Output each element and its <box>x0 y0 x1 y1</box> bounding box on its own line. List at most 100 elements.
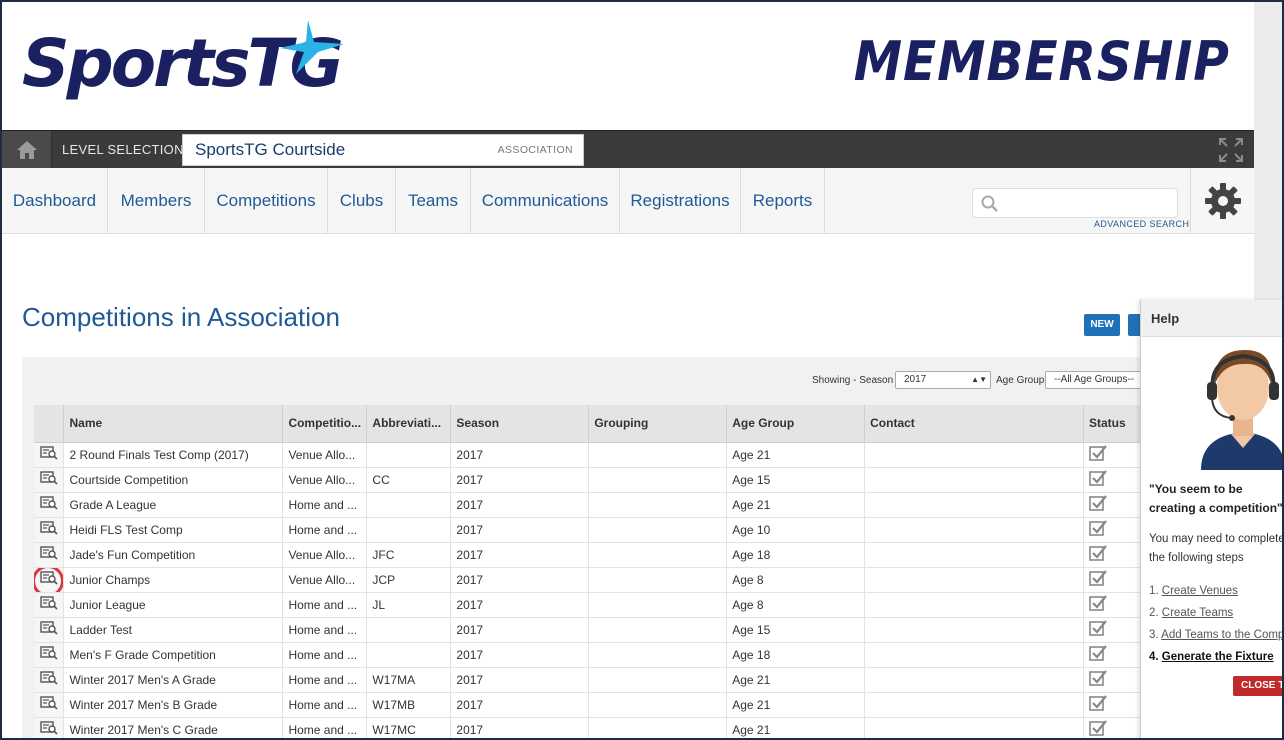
table-row[interactable]: Winter 2017 Men's B Grade Home and ... W17… <box>34 692 1143 718</box>
expand-icon[interactable] <box>1218 137 1244 163</box>
generate-fixture-link[interactable]: Generate the Fixture <box>1162 651 1274 663</box>
table-row[interactable]: Jade's Fun Competition Venue Allo... JFC 20… <box>34 542 1143 568</box>
cell-name[interactable]: 2 Round Finals Test Comp (2017) <box>63 442 284 468</box>
table-row[interactable]: Winter 2017 Men's A Grade Home and ... W17… <box>34 667 1143 693</box>
view-cell[interactable] <box>34 492 65 518</box>
status-check-icon <box>1089 720 1107 738</box>
view-cell[interactable] <box>34 517 65 543</box>
view-details-icon[interactable] <box>40 596 58 613</box>
cell-season: 2017 <box>450 442 590 468</box>
age-group-select[interactable]: --All Age Groups-- <box>1045 371 1145 389</box>
create-venues-link[interactable]: Create Venues <box>1162 585 1238 597</box>
level-selector[interactable]: SportsTG Courtside ASSOCIATION <box>182 134 584 166</box>
status-cell <box>1083 442 1143 468</box>
close-help-button[interactable]: CLOSE THIS <box>1233 676 1282 696</box>
view-cell[interactable] <box>34 717 65 738</box>
status-check-icon <box>1089 495 1107 515</box>
advanced-search-link[interactable]: ADVANCED SEARCH <box>1094 219 1189 229</box>
view-details-icon[interactable] <box>40 696 58 713</box>
cell-contact <box>864 642 1084 668</box>
col-abbreviation[interactable]: Abbreviati... <box>366 405 452 443</box>
cell-name[interactable]: Grade A League <box>63 492 284 518</box>
search-input[interactable] <box>972 188 1178 218</box>
cell-name[interactable]: Heidi FLS Test Comp <box>63 517 284 543</box>
step-number: 1. <box>1149 585 1159 597</box>
view-cell[interactable] <box>34 542 65 568</box>
level-selection-label: LEVEL SELECTION <box>62 142 184 157</box>
create-teams-link[interactable]: Create Teams <box>1162 607 1233 619</box>
table-row[interactable]: Junior Champs Venue Allo... JCP 2017 Age 8 <box>34 567 1143 593</box>
view-cell[interactable] <box>34 667 65 693</box>
cell-type: Venue Allo... <box>282 442 368 468</box>
col-name[interactable]: Name <box>63 405 284 443</box>
nav-registrations[interactable]: Registrations <box>620 168 741 234</box>
nav-members[interactable]: Members <box>108 168 205 234</box>
nav-dashboard[interactable]: Dashboard <box>2 168 108 234</box>
table-row[interactable]: Winter 2017 Men's C Grade Home and ... W17… <box>34 717 1143 738</box>
view-cell[interactable] <box>34 642 65 668</box>
nav-clubs[interactable]: Clubs <box>328 168 396 234</box>
cell-season: 2017 <box>450 692 590 718</box>
cell-name[interactable]: Winter 2017 Men's C Grade <box>63 717 284 738</box>
help-step: 4. Generate the Fixture <box>1149 646 1282 668</box>
table-row[interactable]: Junior League Home and ... JL 2017 Age 8 <box>34 592 1143 618</box>
cell-name[interactable]: Winter 2017 Men's A Grade <box>63 667 284 693</box>
cell-contact <box>864 467 1084 493</box>
cell-type: Venue Allo... <box>282 567 368 593</box>
status-cell <box>1083 667 1143 693</box>
cell-abbr: CC <box>366 467 452 493</box>
step-number: 4. <box>1149 651 1159 663</box>
cell-type: Home and ... <box>282 492 368 518</box>
view-details-icon[interactable] <box>40 671 58 688</box>
nav-competitions[interactable]: Competitions <box>205 168 328 234</box>
settings-button[interactable] <box>1190 168 1254 234</box>
season-select[interactable]: 2017 ▲▼ <box>895 371 991 389</box>
view-cell[interactable] <box>34 467 65 493</box>
view-details-icon[interactable] <box>40 621 58 638</box>
col-season[interactable]: Season <box>450 405 590 443</box>
col-contact[interactable]: Contact <box>864 405 1084 443</box>
table-row[interactable]: Courtside Competition Venue Allo... CC 2017… <box>34 467 1143 493</box>
view-cell[interactable] <box>34 592 65 618</box>
col-age-group[interactable]: Age Group <box>726 405 866 443</box>
status-check-icon <box>1089 645 1107 665</box>
cell-name[interactable]: Jade's Fun Competition <box>63 542 284 568</box>
cell-name[interactable]: Ladder Test <box>63 617 284 643</box>
view-details-icon[interactable] <box>40 546 58 563</box>
cell-grouping <box>588 692 728 718</box>
view-details-icon[interactable] <box>40 521 58 538</box>
view-details-icon[interactable] <box>40 646 58 663</box>
table-body: 2 Round Finals Test Comp (2017) Venue All… <box>34 442 1143 738</box>
cell-name[interactable]: Winter 2017 Men's B Grade <box>63 692 284 718</box>
view-details-icon[interactable] <box>40 496 58 513</box>
view-cell[interactable] <box>34 442 65 468</box>
view-details-icon[interactable] <box>40 721 58 738</box>
nav-communications[interactable]: Communications <box>471 168 620 234</box>
cell-name[interactable]: Junior Champs <box>63 567 284 593</box>
view-details-icon[interactable] <box>40 446 58 463</box>
home-button[interactable] <box>2 131 52 168</box>
table-row[interactable]: Ladder Test Home and ... 2017 Age 15 <box>34 617 1143 643</box>
table-row[interactable]: 2 Round Finals Test Comp (2017) Venue All… <box>34 442 1143 468</box>
table-row[interactable]: Heidi FLS Test Comp Home and ... 2017 Age 1… <box>34 517 1143 543</box>
view-details-icon[interactable] <box>40 471 58 488</box>
cell-type: Home and ... <box>282 617 368 643</box>
new-button[interactable]: NEW <box>1084 314 1120 336</box>
brand-header: SportsTG MEMBERSHIP <box>2 2 1254 130</box>
col-status[interactable]: Status <box>1083 405 1143 443</box>
view-cell[interactable] <box>34 617 65 643</box>
view-cell[interactable] <box>34 692 65 718</box>
cell-name[interactable]: Junior League <box>63 592 284 618</box>
nav-reports[interactable]: Reports <box>741 168 825 234</box>
table-row[interactable]: Grade A League Home and ... 2017 Age 21 <box>34 492 1143 518</box>
view-cell[interactable] <box>34 567 65 593</box>
col-competition-type[interactable]: Competitio... <box>282 405 368 443</box>
cell-name[interactable]: Courtside Competition <box>63 467 284 493</box>
app-window: SportsTG MEMBERSHIP LEVEL SELECTION Spor… <box>0 0 1284 740</box>
col-grouping[interactable]: Grouping <box>588 405 728 443</box>
cell-name[interactable]: Men's F Grade Competition <box>63 642 284 668</box>
nav-teams[interactable]: Teams <box>396 168 471 234</box>
add-teams-link[interactable]: Add Teams to the Competition <box>1161 629 1282 641</box>
table-row[interactable]: Men's F Grade Competition Home and ... 201… <box>34 642 1143 668</box>
cell-grouping <box>588 717 728 738</box>
